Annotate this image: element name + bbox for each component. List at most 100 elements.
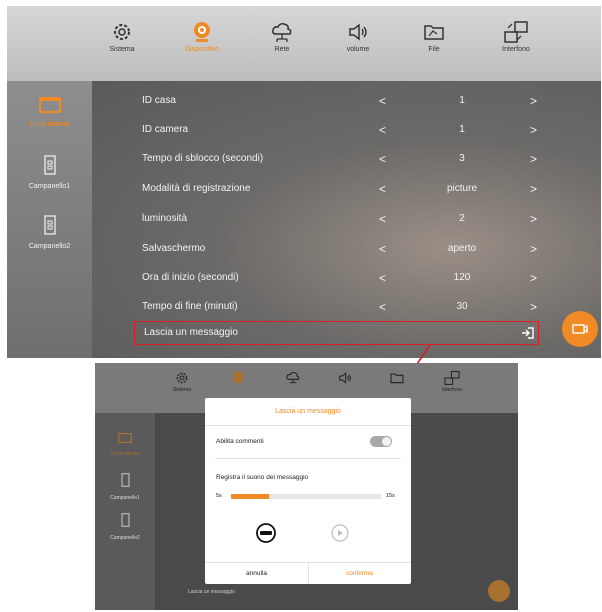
monitor-icon (38, 97, 61, 113)
prev-value-button[interactable]: < (379, 152, 386, 166)
doorbell-icon (43, 215, 56, 235)
play-button[interactable] (331, 524, 349, 542)
next-value-button[interactable]: > (530, 94, 537, 108)
setting-name: Ora di inizio (secondi) (142, 272, 239, 283)
sidebar-item-label: Campanello1 (28, 183, 71, 190)
tab-label: Interfono (502, 46, 530, 53)
setting-row-luminosita: luminosità < 2 > (142, 208, 537, 232)
setting-row-tempo-fine: Tempo di fine (minuti) < 30 > (142, 296, 537, 320)
sidebar-item-campanello2[interactable]: Campanello2 (95, 513, 155, 541)
gear-icon (176, 372, 188, 384)
sidebar-item-campanello2[interactable]: Campanello2 (7, 215, 92, 250)
setting-value: 120 (453, 272, 471, 283)
sidebar-item-label: Campanello2 (28, 243, 71, 250)
prev-value-button[interactable]: < (379, 94, 386, 108)
tab-rete[interactable]: Rete (247, 12, 317, 78)
sidebar-item-campanello1[interactable]: Campanello1 (95, 473, 155, 501)
sidebar: Unità interna Campanello1 Campanello2 (7, 81, 92, 358)
sidebar-item-label: Campanello2 (110, 535, 140, 541)
sidebar-item-label: Campanello1 (110, 495, 140, 501)
speaker-icon (349, 23, 367, 41)
tab-label: Interfono (442, 387, 462, 393)
cloud-network-icon (272, 23, 292, 42)
sidebar-item-unita-interna[interactable]: Unità interna (95, 430, 155, 457)
tab-label: Sistema (172, 387, 192, 393)
sidebar-item-campanello1[interactable]: Campanello1 (7, 155, 92, 190)
folder-icon (390, 373, 404, 384)
tab-label: File (428, 46, 440, 53)
setting-row-id-camera: ID camera < 1 > (142, 119, 537, 143)
slider-max-label: 15s (386, 493, 395, 499)
webcam-icon (194, 22, 210, 42)
monitor-icon (118, 433, 132, 443)
tab-label: Dispositivo (185, 46, 219, 53)
next-value-button[interactable]: > (530, 300, 537, 314)
webcam-icon (233, 372, 243, 383)
dialog-title: Lascia un messaggio (275, 408, 341, 415)
cancel-button[interactable]: annulla (205, 563, 308, 584)
floating-action-button[interactable] (488, 580, 510, 602)
tab-interfono[interactable]: Interfono (481, 12, 551, 78)
prev-value-button[interactable]: < (379, 242, 386, 256)
tab-label: volume (346, 46, 370, 53)
next-value-button[interactable]: > (530, 123, 537, 137)
setting-value: 2 (459, 213, 465, 224)
setting-name: Tempo di sblocco (secondi) (142, 153, 264, 164)
setting-name: ID casa (142, 95, 176, 106)
tab-file[interactable]: File (399, 12, 469, 78)
leave-message-row[interactable]: Lascia un messaggio (134, 321, 539, 345)
leave-message-label: Lascia un messaggio (144, 327, 238, 338)
intercom-icon (444, 371, 460, 385)
setting-name: ID camera (142, 124, 189, 135)
prev-value-button[interactable]: < (379, 212, 386, 226)
folder-icon (424, 25, 444, 40)
divider (215, 458, 401, 459)
setting-value: 1 (459, 124, 465, 135)
next-value-button[interactable]: > (530, 182, 537, 196)
setting-value: aperto (447, 243, 477, 254)
tab-label: Sistema (109, 46, 135, 53)
leave-message-label: Lascia un messaggio (188, 589, 235, 595)
setting-value: picture (446, 183, 477, 194)
tab-volume[interactable]: volume (323, 12, 393, 78)
record-sound-label: Registra il suono del messaggio (216, 474, 309, 481)
setting-value: 1 (459, 95, 465, 106)
confirm-button[interactable]: conferma (308, 563, 411, 584)
setting-name: Tempo di fine (minuti) (142, 301, 238, 312)
divider (205, 425, 411, 426)
next-value-button[interactable]: > (530, 242, 537, 256)
tab-dispositivo[interactable]: Dispositivo (167, 12, 237, 78)
intercom-icon (572, 324, 588, 334)
tab-sistema[interactable]: Sistema (157, 366, 207, 410)
setting-name: Modalità di registrazione (142, 183, 251, 194)
top-tab-bar: Sistema Dispositivo Rete volume File Int… (7, 6, 601, 81)
tab-label: Rete (274, 46, 290, 53)
duration-slider[interactable] (231, 494, 381, 499)
prev-value-button[interactable]: < (379, 271, 386, 285)
next-value-button[interactable]: > (530, 212, 537, 226)
prev-value-button[interactable]: < (379, 300, 386, 314)
doorbell-icon (43, 155, 56, 175)
setting-row-salvaschermo: Salvaschermo < aperto > (142, 238, 537, 262)
cloud-network-icon (286, 372, 300, 384)
setting-row-modalita-registrazione: Modalità di registrazione < picture > (142, 178, 537, 202)
gear-icon (114, 24, 130, 40)
setting-name: luminosità (142, 213, 188, 224)
sidebar: Unità interna Campanello1 Campanello2 (95, 413, 155, 610)
next-value-button[interactable]: > (530, 271, 537, 285)
device-settings-screen: Sistema Dispositivo Rete volume File Int… (7, 6, 601, 358)
record-button[interactable] (256, 523, 276, 543)
sidebar-item-unita-interna[interactable]: Unità interna (7, 97, 92, 128)
slider-min-label: 5s (216, 493, 222, 499)
next-value-button[interactable]: > (530, 152, 537, 166)
floating-action-button[interactable] (562, 311, 598, 347)
setting-name: Salvaschermo (142, 243, 206, 254)
prev-value-button[interactable]: < (379, 123, 386, 137)
prev-value-button[interactable]: < (379, 182, 386, 196)
leave-message-dialog: Lascia un messaggio Abilita commenti Reg… (205, 398, 411, 584)
toggle-knob (382, 437, 391, 446)
tab-sistema[interactable]: Sistema (87, 12, 157, 78)
setting-value: 3 (459, 153, 465, 164)
tab-interfono[interactable]: Interfono (427, 366, 477, 410)
enable-comments-toggle[interactable] (370, 436, 392, 447)
